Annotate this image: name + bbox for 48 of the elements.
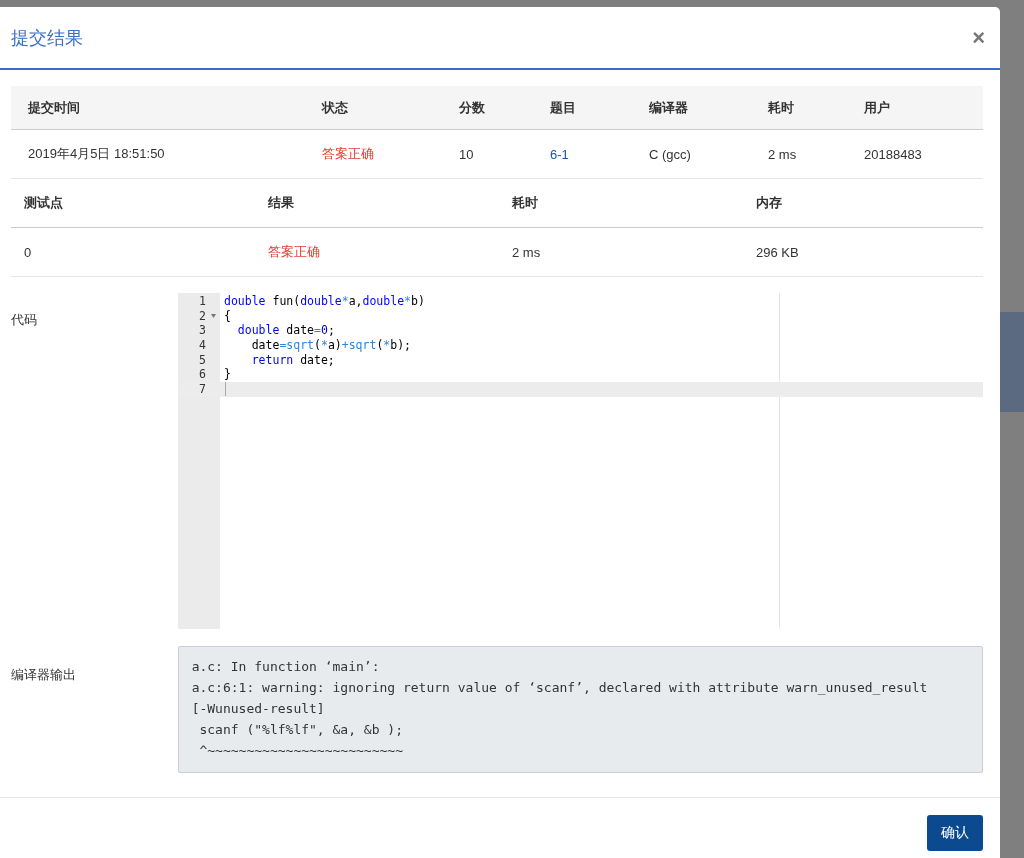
table-cell: 2019年4月5日 18:51:50 xyxy=(28,146,165,161)
status-text: 答案正确 xyxy=(322,146,374,161)
line-number: 3 xyxy=(198,323,206,339)
column-header: 提交时间 xyxy=(11,86,305,130)
column-header: 测试点 xyxy=(11,179,255,228)
code-line: { xyxy=(223,308,231,324)
table-cell: 10 xyxy=(459,146,474,162)
status-text: 答案正确 xyxy=(268,244,320,259)
close-button[interactable]: × xyxy=(972,24,985,51)
table-cell: C (gcc) xyxy=(649,146,691,162)
line-number: 1 xyxy=(198,294,206,309)
table-cell: 2 ms xyxy=(512,244,541,260)
code-label: 代码 xyxy=(11,312,37,327)
code-line: return date; xyxy=(250,352,335,368)
column-header: 编译器 xyxy=(632,86,751,130)
column-header: 用户 xyxy=(847,86,983,130)
problem-link[interactable]: 6-1 xyxy=(550,146,569,162)
code-editor[interactable]: 1 double fun(double*a,double*b) 2 { 3 double date=0; 4 date=sqrt(*a)+sqrt(*b); 5 return date; 6 } 7 xyxy=(178,293,983,629)
line-number: 7 xyxy=(198,382,206,397)
code-line: double date=0; xyxy=(236,323,335,339)
line-number: 2 xyxy=(198,308,206,324)
line-number: 6 xyxy=(198,367,206,383)
column-header: 耗时 xyxy=(499,179,743,228)
column-header: 耗时 xyxy=(751,86,847,130)
code-line: double fun(double*a,double*b) xyxy=(223,294,425,309)
output-line: scanf ("%lf%lf", &a, &b ); xyxy=(198,722,403,737)
output-line: [-Wunused-result] xyxy=(191,701,325,716)
code-line: } xyxy=(223,367,231,383)
output-line: ^~~~~~~~~~~~~~~~~~~~~~~~~~ xyxy=(198,743,403,758)
table-cell: 0 xyxy=(24,244,32,260)
code-line: date=sqrt(*a)+sqrt(*b); xyxy=(250,338,412,353)
column-header: 结果 xyxy=(255,179,499,228)
confirm-button[interactable]: 确认 xyxy=(927,815,983,851)
text-cursor xyxy=(225,382,226,397)
column-header: 状态 xyxy=(305,86,442,130)
dialog-title: 提交结果 xyxy=(11,26,83,50)
column-header: 内存 xyxy=(743,179,983,228)
output-line: a.c: In function ‘main’: xyxy=(191,659,380,674)
fold-caret-icon[interactable] xyxy=(210,314,216,319)
table-cell: 2 ms xyxy=(768,146,797,162)
table-cell: 296 KB xyxy=(756,244,799,260)
line-number: 4 xyxy=(198,338,206,353)
column-header: 题目 xyxy=(533,86,632,130)
table-cell: 20188483 xyxy=(864,146,922,162)
output-line: a.c:6:1: warning: ignoring return value of ‘scanf’, declared with attribute warn_unused_result xyxy=(191,680,928,695)
line-number: 5 xyxy=(198,352,206,368)
column-header: 分数 xyxy=(442,86,533,130)
compiler-output-label: 编译器输出 xyxy=(11,667,76,682)
